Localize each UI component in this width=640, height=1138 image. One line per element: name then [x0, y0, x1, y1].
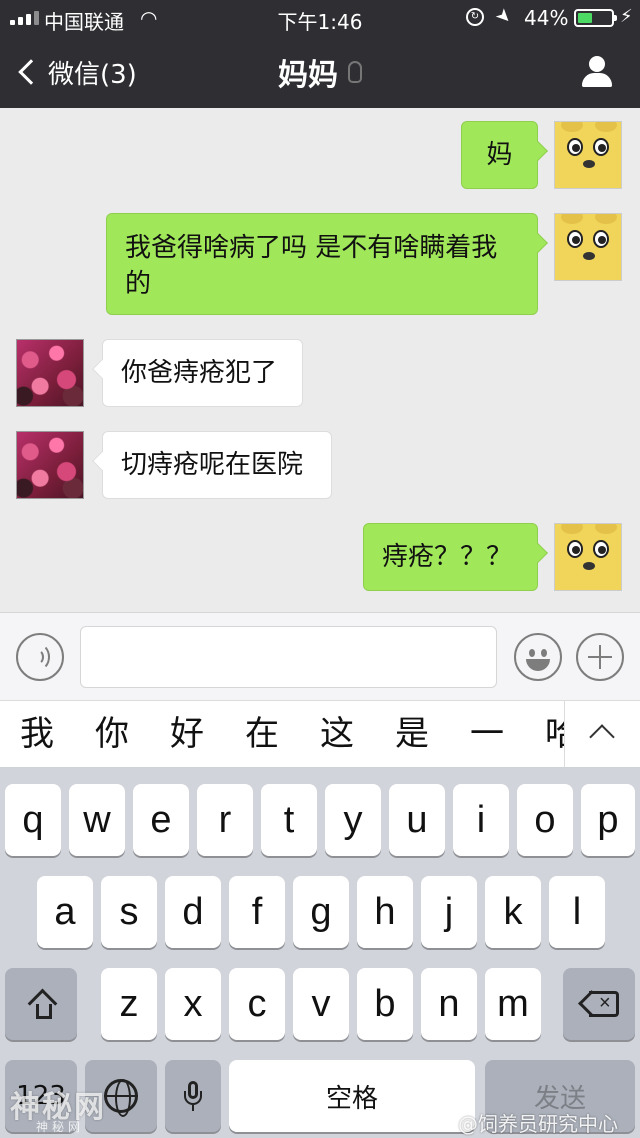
key-h[interactable]: h — [357, 876, 413, 948]
shift-key[interactable] — [5, 968, 77, 1040]
avatar-mom[interactable] — [16, 431, 84, 499]
numbers-key[interactable]: 123 — [5, 1060, 77, 1132]
key-p[interactable]: p — [581, 784, 635, 856]
globe-key[interactable] — [85, 1060, 157, 1132]
shift-icon — [28, 991, 54, 1019]
orientation-lock-icon: ↻ — [466, 8, 484, 26]
key-z[interactable]: z — [101, 968, 157, 1040]
key-n[interactable]: n — [421, 968, 477, 1040]
message-input[interactable] — [80, 626, 497, 688]
avatar-mom[interactable] — [16, 339, 84, 407]
candidate-word[interactable]: 这 — [317, 711, 357, 757]
key-s[interactable]: s — [101, 876, 157, 948]
charging-icon: ⚡ — [620, 6, 633, 27]
key-b[interactable]: b — [357, 968, 413, 1040]
key-i[interactable]: i — [453, 784, 509, 856]
carrier-name: 中国联通 — [44, 10, 124, 34]
globe-icon — [104, 1079, 138, 1117]
chat-title: 妈妈 — [278, 58, 338, 93]
top-bar: 中国联通 ◠ 下午1:46 ↻ ➤ 44% ⚡ 微信(3) 妈妈 — [0, 0, 640, 108]
battery-percent: 44% — [524, 6, 569, 30]
key-u[interactable]: u — [389, 784, 445, 856]
key-c[interactable]: c — [229, 968, 285, 1040]
avatar-self[interactable] — [554, 213, 622, 281]
microphone-icon — [184, 1081, 202, 1111]
candidate-word[interactable]: 一 — [467, 711, 507, 757]
key-r[interactable]: r — [197, 784, 253, 856]
key-w[interactable]: w — [69, 784, 125, 856]
message-bubble-received[interactable]: 切痔疮呢在医院 — [92, 431, 332, 499]
input-bar — [0, 612, 640, 700]
chevron-left-icon — [18, 59, 44, 85]
candidate-word[interactable]: 好 — [167, 711, 207, 757]
expand-candidates-button[interactable] — [564, 701, 640, 767]
avatar-self[interactable] — [554, 523, 622, 591]
avatar-self[interactable] — [554, 121, 622, 189]
key-m[interactable]: m — [485, 968, 541, 1040]
key-x[interactable]: x — [165, 968, 221, 1040]
key-j[interactable]: j — [421, 876, 477, 948]
message-bubble-sent[interactable]: 我爸得啥病了吗 是不有啥瞒着我的 — [106, 213, 548, 315]
key-d[interactable]: d — [165, 876, 221, 948]
battery-icon — [574, 9, 617, 27]
numbers-key-label: 123 — [16, 1081, 66, 1111]
dictation-key[interactable] — [165, 1060, 221, 1132]
message-text: 痔疮？？？ — [382, 542, 513, 572]
keyboard: q w e r t y u i o p a s d f g h j k l z … — [0, 768, 640, 1138]
profile-icon[interactable] — [580, 56, 614, 88]
key-o[interactable]: o — [517, 784, 573, 856]
send-key[interactable]: 发送 — [485, 1060, 635, 1132]
space-key-label: 空格 — [325, 1083, 378, 1114]
wifi-icon: ◠ — [140, 6, 158, 30]
candidate-word[interactable]: 在 — [242, 711, 282, 757]
message-text: 切痔疮呢在医院 — [121, 450, 304, 480]
emoji-icon[interactable] — [514, 633, 562, 681]
key-l[interactable]: l — [549, 876, 605, 948]
back-label: 微信(3) — [48, 59, 137, 90]
key-y[interactable]: y — [325, 784, 381, 856]
candidate-word[interactable]: 是 — [392, 711, 432, 757]
message-bubble-received[interactable]: 你爸痔疮犯了 — [92, 339, 303, 407]
status-bar: 中国联通 ◠ 下午1:46 ↻ ➤ 44% ⚡ — [0, 0, 640, 36]
message-text: 我爸得啥病了吗 是不有啥瞒着我的 — [125, 233, 498, 299]
key-q[interactable]: q — [5, 784, 61, 856]
signal-strength-icon — [10, 11, 39, 25]
key-g[interactable]: g — [293, 876, 349, 948]
key-k[interactable]: k — [485, 876, 541, 948]
voice-icon[interactable] — [16, 633, 64, 681]
space-key[interactable]: 空格 — [229, 1060, 475, 1132]
candidate-word[interactable]: 我 — [17, 711, 57, 757]
ime-candidate-bar: 我 你 好 在 这 是 一 哈 — [0, 700, 640, 768]
delete-key[interactable]: × — [563, 968, 635, 1040]
candidate-word[interactable]: 你 — [92, 711, 132, 757]
earpiece-mode-icon — [348, 61, 362, 83]
send-key-label: 发送 — [533, 1083, 586, 1114]
message-bubble-sent[interactable]: 痔疮？？？ — [363, 523, 548, 591]
key-t[interactable]: t — [261, 784, 317, 856]
key-v[interactable]: v — [293, 968, 349, 1040]
chevron-up-icon — [589, 724, 615, 750]
plus-icon[interactable] — [576, 633, 624, 681]
backspace-icon: × — [578, 990, 619, 1017]
location-icon: ➤ — [490, 3, 517, 30]
key-e[interactable]: e — [133, 784, 189, 856]
message-text: 你爸痔疮犯了 — [121, 358, 278, 388]
message-bubble-sent[interactable]: 妈 — [461, 121, 548, 189]
message-text: 妈 — [486, 140, 513, 170]
back-button[interactable]: 微信(3) — [14, 52, 137, 92]
key-a[interactable]: a — [37, 876, 93, 948]
key-f[interactable]: f — [229, 876, 285, 948]
